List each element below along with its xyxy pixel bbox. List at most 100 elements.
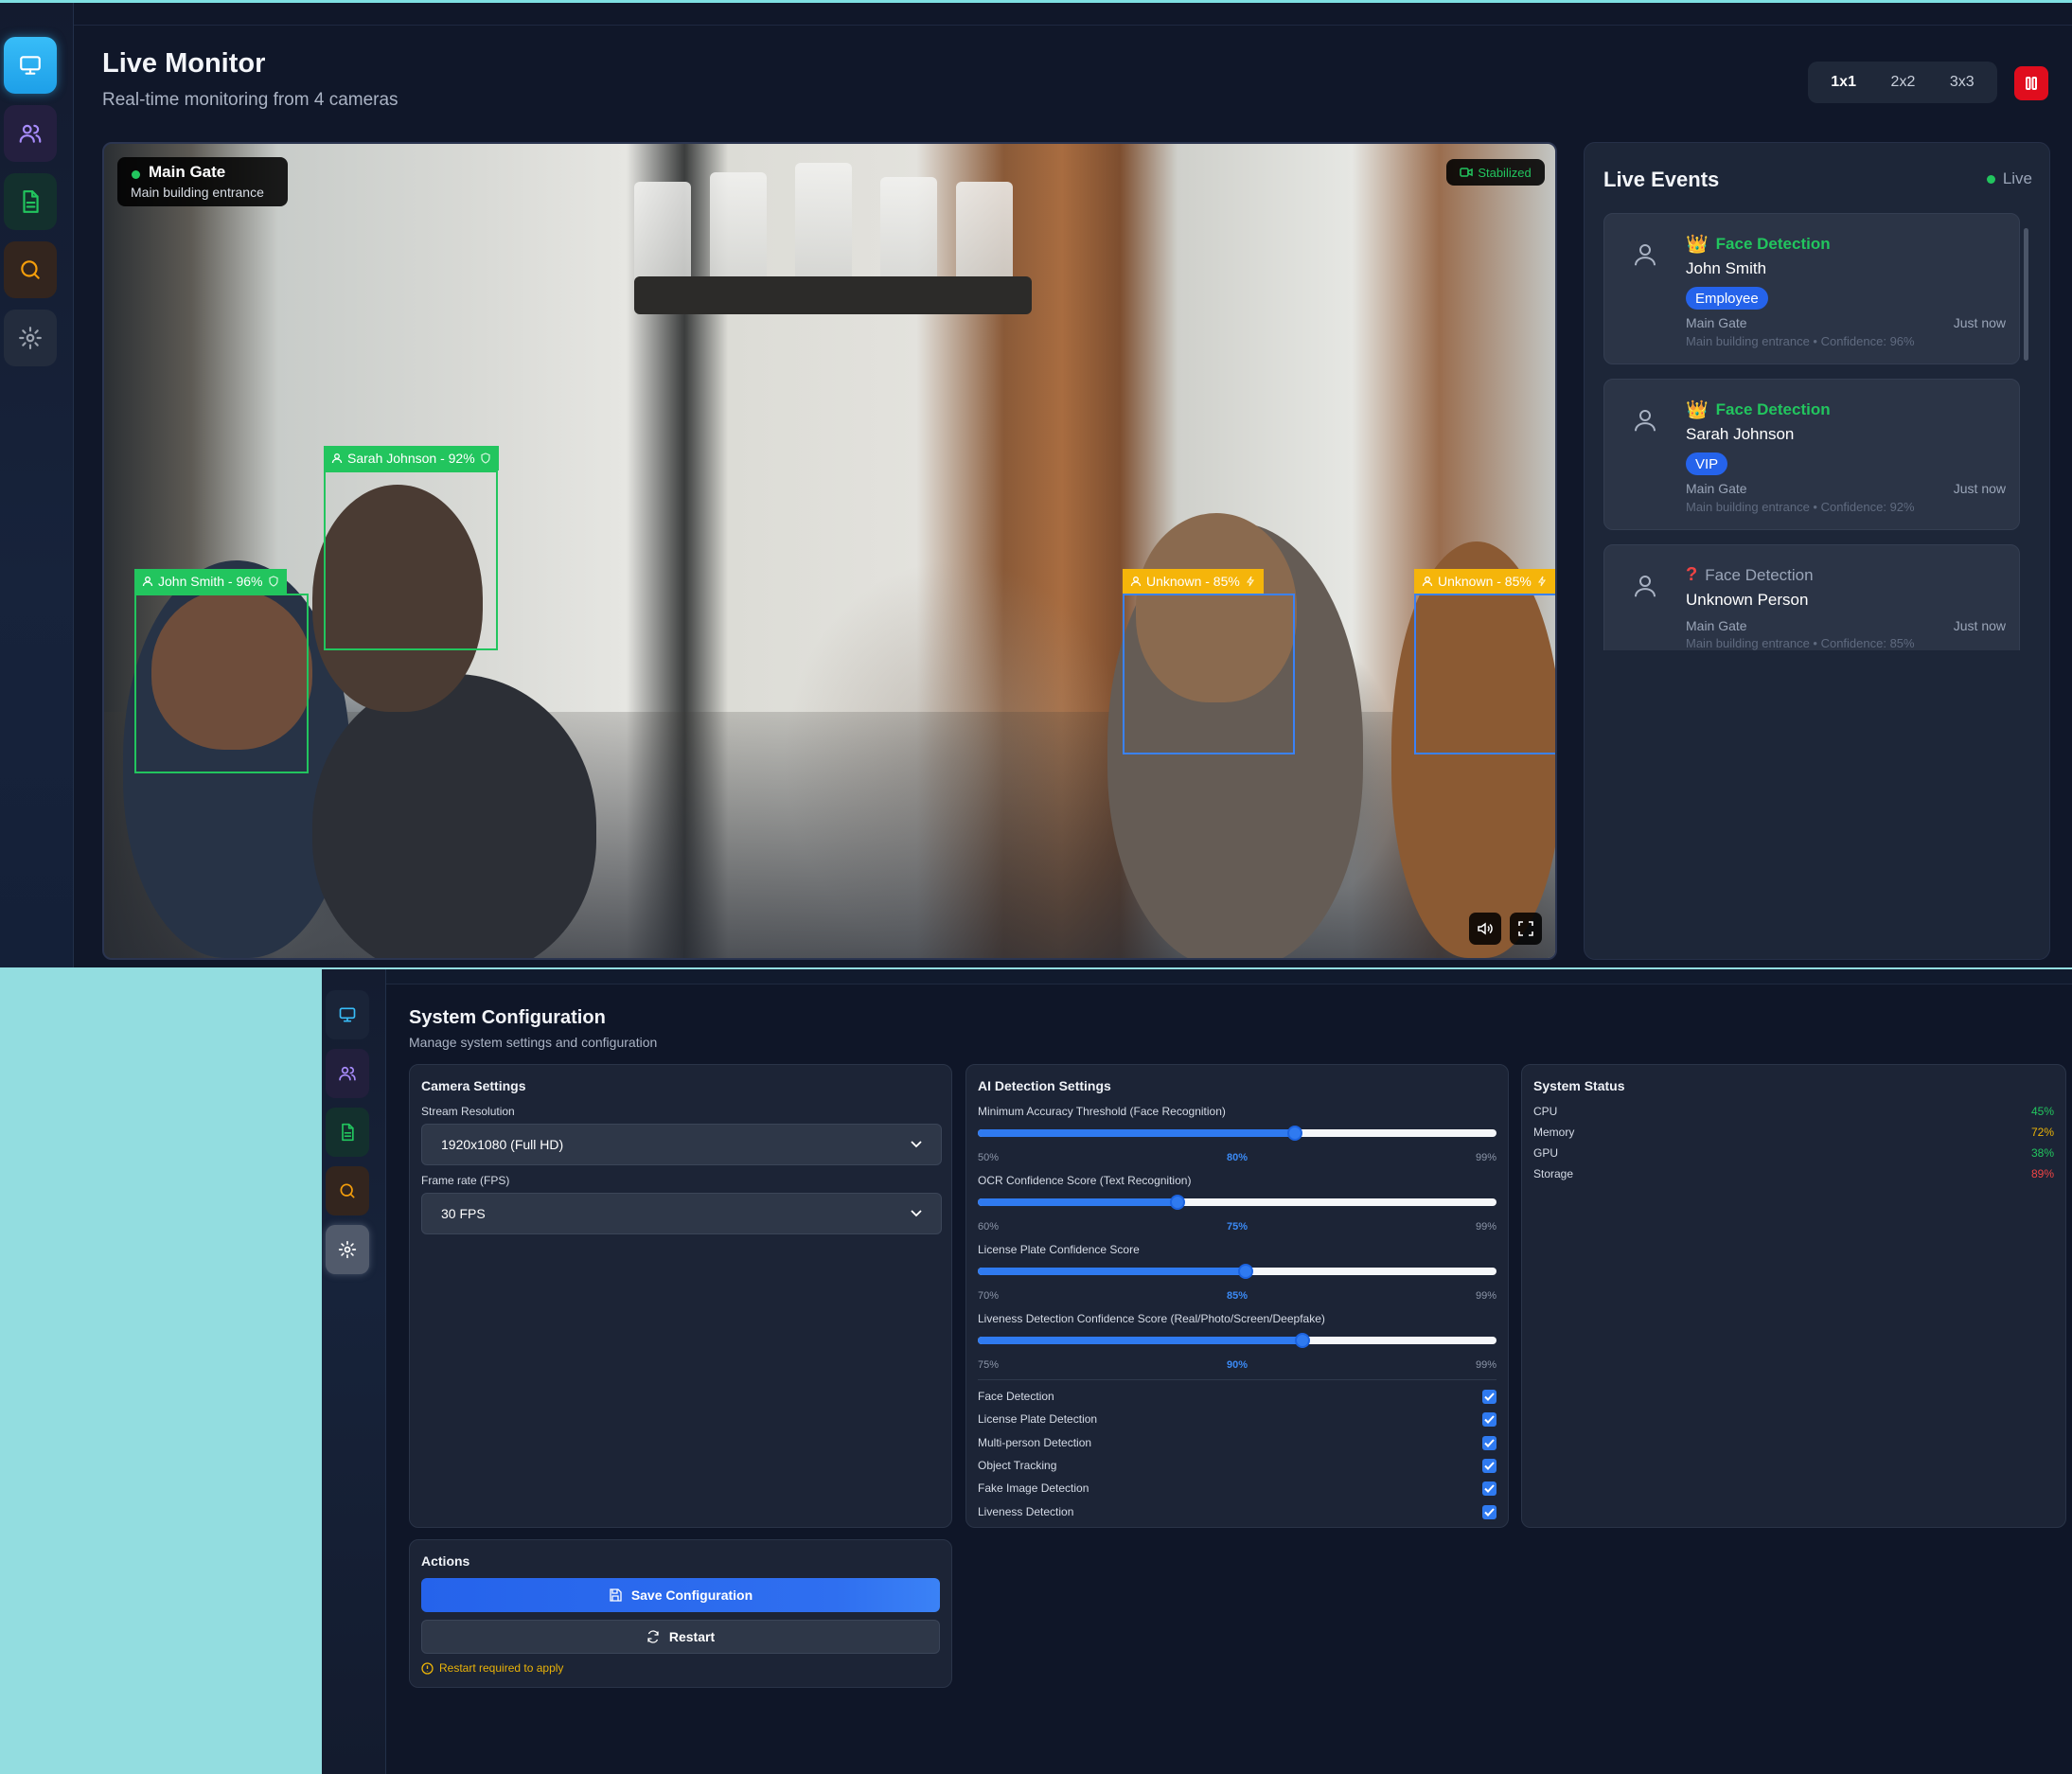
toggle-row[interactable]: Face Detection (978, 1388, 1496, 1405)
user-icon (1422, 577, 1433, 587)
nav-search[interactable] (326, 1166, 369, 1215)
save-configuration-button[interactable]: Save Configuration (421, 1578, 940, 1612)
nav-live-monitor[interactable] (4, 37, 57, 94)
face-label-text: John Smith - 96% (158, 574, 263, 589)
toggle-label: Liveness Detection (978, 1505, 1074, 1518)
status-row-gpu: GPU 38% (1533, 1146, 2054, 1160)
user-avatar-icon (1635, 244, 1656, 266)
status-label: Memory (1533, 1126, 1575, 1139)
face-label: Unknown - 85% (1123, 569, 1264, 594)
face-box-john-smith[interactable] (134, 594, 309, 773)
toggle-label: License Plate Detection (978, 1412, 1098, 1426)
gear-icon (338, 1240, 357, 1259)
slider-handle[interactable] (1294, 1333, 1310, 1348)
event-time: Just now (1953, 618, 2006, 633)
checkbox[interactable] (1482, 1435, 1496, 1450)
events-list[interactable]: 👑 Face Detection John Smith Employee Main… (1603, 213, 2024, 650)
save-button-label: Save Configuration (630, 1588, 753, 1603)
status-row-storage: Storage 89% (1533, 1167, 2054, 1180)
scene-chandelier (634, 276, 1032, 314)
slider-value: 90% (1226, 1359, 1249, 1371)
video-camera-icon (1460, 168, 1474, 177)
ocr-confidence-slider[interactable] (978, 1195, 1496, 1210)
layout-3x3-button[interactable]: 3x3 (1940, 66, 1984, 98)
scene-lamp (795, 163, 852, 286)
info-icon (421, 1661, 434, 1675)
slider-max: 99% (1475, 1290, 1496, 1302)
layout-2x2-button[interactable]: 2x2 (1882, 66, 1925, 98)
document-icon (23, 190, 39, 213)
slider-range: 75% 90% 99% (978, 1359, 1496, 1371)
checkbox[interactable] (1482, 1389, 1496, 1404)
event-camera: Main Gate (1686, 315, 1747, 330)
slider-label: Minimum Accuracy Threshold (Face Recogni… (978, 1105, 1226, 1118)
nav-search[interactable] (4, 241, 57, 298)
system-configuration-window: System Configuration Manage system setti… (322, 969, 2072, 1774)
camera-feed[interactable]: Main Gate Main building entrance Stabili… (102, 142, 1557, 960)
layout-1x1-button[interactable]: 1x1 (1821, 66, 1866, 98)
slider-value: 85% (1226, 1290, 1249, 1302)
slider-range: 50% 80% 99% (978, 1152, 1496, 1163)
pause-button[interactable] (2014, 66, 2048, 100)
live-label: Live (2002, 169, 2032, 187)
face-box-unknown[interactable] (1123, 594, 1295, 754)
license-plate-slider[interactable] (978, 1264, 1496, 1279)
event-person-name: Sarah Johnson (1686, 425, 1795, 443)
toggle-row[interactable]: License Plate Detection (978, 1410, 1496, 1428)
face-label: Sarah Johnson - 92% (324, 446, 499, 470)
divider (978, 1379, 1496, 1380)
checkbox[interactable] (1482, 1411, 1496, 1427)
resolution-select[interactable]: 1920x1080 (Full HD) (421, 1124, 942, 1165)
slider-fill (978, 1198, 1178, 1206)
event-card[interactable]: ? Face Detection Unknown Person Main Gate… (1603, 544, 2020, 650)
event-person-name: Unknown Person (1686, 591, 1809, 609)
top-header-strip (386, 969, 2072, 985)
nav-live-monitor[interactable] (326, 990, 369, 1039)
fullscreen-icon (1518, 921, 1533, 936)
event-type-label: Face Detection (1705, 565, 1814, 584)
face-box-unknown[interactable] (1414, 594, 1555, 754)
toggle-row[interactable]: Object Tracking (978, 1457, 1496, 1474)
chevron-down-icon (911, 1210, 922, 1217)
nav-settings[interactable] (326, 1225, 369, 1274)
slider-handle[interactable] (1169, 1195, 1185, 1210)
slider-handle[interactable] (1287, 1126, 1303, 1141)
toggle-label: Face Detection (978, 1390, 1054, 1403)
event-person-name: John Smith (1686, 259, 1767, 277)
slider-fill (978, 1129, 1296, 1137)
events-scrollbar[interactable] (2024, 228, 2028, 361)
slider-label: License Plate Confidence Score (978, 1243, 1140, 1256)
toggle-row[interactable]: Fake Image Detection (978, 1480, 1496, 1497)
nav-reports[interactable] (326, 1108, 369, 1157)
face-label: Unknown - 85% (1414, 569, 1555, 594)
toggle-row[interactable]: Liveness Detection (978, 1503, 1496, 1520)
slider-label: Liveness Detection Confidence Score (Rea… (978, 1312, 1325, 1325)
slider-handle[interactable] (1238, 1264, 1254, 1279)
nav-people[interactable] (4, 105, 57, 162)
event-card[interactable]: 👑 Face Detection Sarah Johnson VIP Main G… (1603, 379, 2020, 530)
checkbox[interactable] (1482, 1481, 1496, 1496)
face-box-sarah-johnson[interactable] (324, 470, 498, 650)
monitor-icon (20, 56, 41, 75)
checkbox[interactable] (1482, 1458, 1496, 1473)
toggle-row[interactable]: Multi-person Detection (978, 1434, 1496, 1451)
liveness-slider[interactable] (978, 1333, 1496, 1348)
resolution-label: Stream Resolution (421, 1105, 515, 1118)
live-events-panel: Live Events Live 👑 Face Detection John Sm… (1584, 142, 2050, 960)
nav-people[interactable] (326, 1049, 369, 1098)
event-card[interactable]: 👑 Face Detection John Smith Employee Main… (1603, 213, 2020, 364)
face-accuracy-slider[interactable] (978, 1126, 1496, 1141)
mute-button[interactable] (1469, 913, 1501, 945)
slider-label: OCR Confidence Score (Text Recognition) (978, 1174, 1192, 1187)
grid-layout-switch: 1x1 2x2 3x3 (1808, 62, 1997, 103)
nav-reports[interactable] (4, 173, 57, 230)
monitor-icon (339, 1007, 356, 1022)
nav-settings[interactable] (4, 310, 57, 366)
fullscreen-button[interactable] (1510, 913, 1542, 945)
restart-button[interactable]: Restart (421, 1620, 940, 1654)
checkbox[interactable] (1482, 1504, 1496, 1519)
face-label-text: Sarah Johnson - 92% (347, 451, 475, 466)
check-icon (1484, 1414, 1495, 1424)
face-label-text: Unknown - 85% (1438, 574, 1532, 589)
fps-select[interactable]: 30 FPS (421, 1193, 942, 1234)
